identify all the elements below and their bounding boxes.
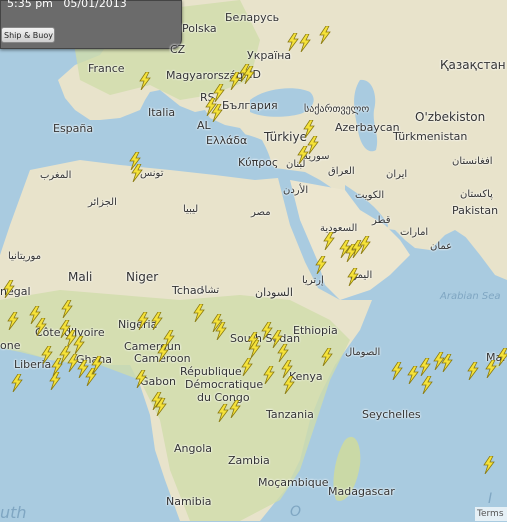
lightning-bolt-icon[interactable] xyxy=(282,376,296,394)
country-label: الصومال xyxy=(345,347,381,358)
lightning-bolt-icon[interactable] xyxy=(418,358,432,376)
lightning-bolt-icon[interactable] xyxy=(84,368,98,386)
country-label: France xyxy=(88,62,125,75)
lightning-bolt-icon[interactable] xyxy=(214,322,228,340)
water-label: O xyxy=(290,504,302,520)
lightning-bolt-icon[interactable] xyxy=(10,374,24,392)
country-label: Türkmenistan xyxy=(393,130,468,143)
lightning-bolt-icon[interactable] xyxy=(298,34,312,52)
country-label: Polska xyxy=(182,22,217,35)
country-label: O'zbekiston xyxy=(415,110,486,124)
country-label: Pakistan xyxy=(452,204,499,217)
lightning-bolt-icon[interactable] xyxy=(346,268,360,286)
country-label: موريتانيا xyxy=(8,251,42,262)
lightning-bolt-icon[interactable] xyxy=(138,72,152,90)
country-label: საქართველო xyxy=(304,104,370,115)
lightning-bolt-icon[interactable] xyxy=(248,340,262,358)
lightning-bolt-icon[interactable] xyxy=(318,26,332,44)
lightning-bolt-icon[interactable] xyxy=(296,146,310,164)
country-label: Italia xyxy=(148,106,176,119)
lightning-bolt-icon[interactable] xyxy=(242,66,256,84)
country-label: Madagascar xyxy=(328,485,395,498)
country-label: Angola xyxy=(174,442,213,455)
lightning-bolt-icon[interactable] xyxy=(130,164,144,182)
lightning-bolt-icon[interactable] xyxy=(136,312,150,330)
status-panel: 5:35 pm 05/01/2013 Ship & Buoy xyxy=(0,0,182,49)
country-label: Ελλάδα xyxy=(206,134,248,147)
country-label: امارات xyxy=(400,227,429,238)
lightning-bolt-icon[interactable] xyxy=(48,372,62,390)
lightning-bolt-icon[interactable] xyxy=(482,456,496,474)
lightning-bolt-icon[interactable] xyxy=(262,366,276,384)
lightning-bolt-icon[interactable] xyxy=(156,344,170,362)
lightning-bolt-icon[interactable] xyxy=(228,400,242,418)
lightning-bolt-icon[interactable] xyxy=(192,304,206,322)
country-label: Zambia xyxy=(228,454,270,467)
timestamp: 5:35 pm 05/01/2013 xyxy=(7,0,127,10)
country-label: ليبيا xyxy=(183,204,199,215)
country-label: Mali xyxy=(68,270,93,284)
lightning-bolt-icon[interactable] xyxy=(6,312,20,330)
lightning-bolt-icon[interactable] xyxy=(358,236,372,254)
country-label: ایران xyxy=(386,169,408,180)
country-label: Niger xyxy=(126,270,159,284)
ship-buoy-toggle[interactable]: Ship & Buoy xyxy=(1,27,55,43)
lightning-bolt-icon[interactable] xyxy=(390,362,404,380)
country-label: تشاد xyxy=(200,285,220,296)
country-label: الأردن xyxy=(283,185,309,196)
country-label: الجزائر xyxy=(88,197,117,208)
country-label: one xyxy=(0,339,21,352)
country-label: Namibia xyxy=(166,495,212,508)
country-label: العراق xyxy=(328,166,355,177)
country-label: السودان xyxy=(255,286,293,299)
lightning-bolt-icon[interactable] xyxy=(440,354,454,372)
lightning-bolt-icon[interactable] xyxy=(72,336,86,354)
country-label: افغانستان xyxy=(452,156,493,167)
country-label: Moçambique xyxy=(258,476,329,489)
country-label: Démocratique xyxy=(185,378,264,391)
lightning-bolt-icon[interactable] xyxy=(154,398,168,416)
lightning-bolt-icon[interactable] xyxy=(320,348,334,366)
country-label: مصر xyxy=(251,207,271,218)
country-label: المغرب xyxy=(40,170,72,181)
country-label: République xyxy=(180,365,242,378)
lightning-bolt-icon[interactable] xyxy=(2,280,16,298)
water-label: uth xyxy=(0,503,27,522)
country-label: Azerbaycan xyxy=(335,121,400,134)
lightning-bolt-icon[interactable] xyxy=(314,256,328,274)
country-label: Беларусь xyxy=(225,11,280,24)
country-label: Tanzania xyxy=(266,408,314,421)
country-label: Ethiopia xyxy=(293,324,338,337)
terms-link[interactable]: Terms xyxy=(475,507,507,521)
country-label: Κύπρος xyxy=(238,156,279,169)
country-label: Қазақстан xyxy=(440,58,506,72)
lightning-bolt-icon[interactable] xyxy=(240,358,254,376)
lightning-bolt-icon[interactable] xyxy=(60,300,74,318)
lightning-bolt-icon[interactable] xyxy=(466,362,480,380)
lightning-bolt-icon[interactable] xyxy=(210,104,224,122)
country-label: България xyxy=(222,99,278,112)
country-label: عمان xyxy=(430,241,453,252)
water-label: Arabian Sea xyxy=(440,291,501,302)
water-label: I xyxy=(488,491,493,507)
country-label: إرتريا xyxy=(302,275,324,286)
country-label: Україна xyxy=(247,49,292,62)
country-label: قطر xyxy=(372,215,391,226)
country-label: Seychelles xyxy=(362,408,421,421)
country-label: الكويت xyxy=(355,190,385,201)
lightning-bolt-icon[interactable] xyxy=(34,318,48,336)
lightning-bolt-icon[interactable] xyxy=(150,312,164,330)
country-label: AL xyxy=(197,119,211,132)
lightning-bolt-icon[interactable] xyxy=(134,370,148,388)
lightning-bolt-icon[interactable] xyxy=(302,120,316,138)
country-label: Tchad xyxy=(172,284,204,297)
country-label: پاکستان xyxy=(460,189,493,200)
country-label: CZ xyxy=(170,43,186,56)
country-label: España xyxy=(53,122,94,135)
country-label: Türkiye xyxy=(264,130,307,144)
lightning-bolt-icon[interactable] xyxy=(496,348,507,366)
lightning-bolt-icon[interactable] xyxy=(420,376,434,394)
lightning-bolt-icon[interactable] xyxy=(322,232,336,250)
